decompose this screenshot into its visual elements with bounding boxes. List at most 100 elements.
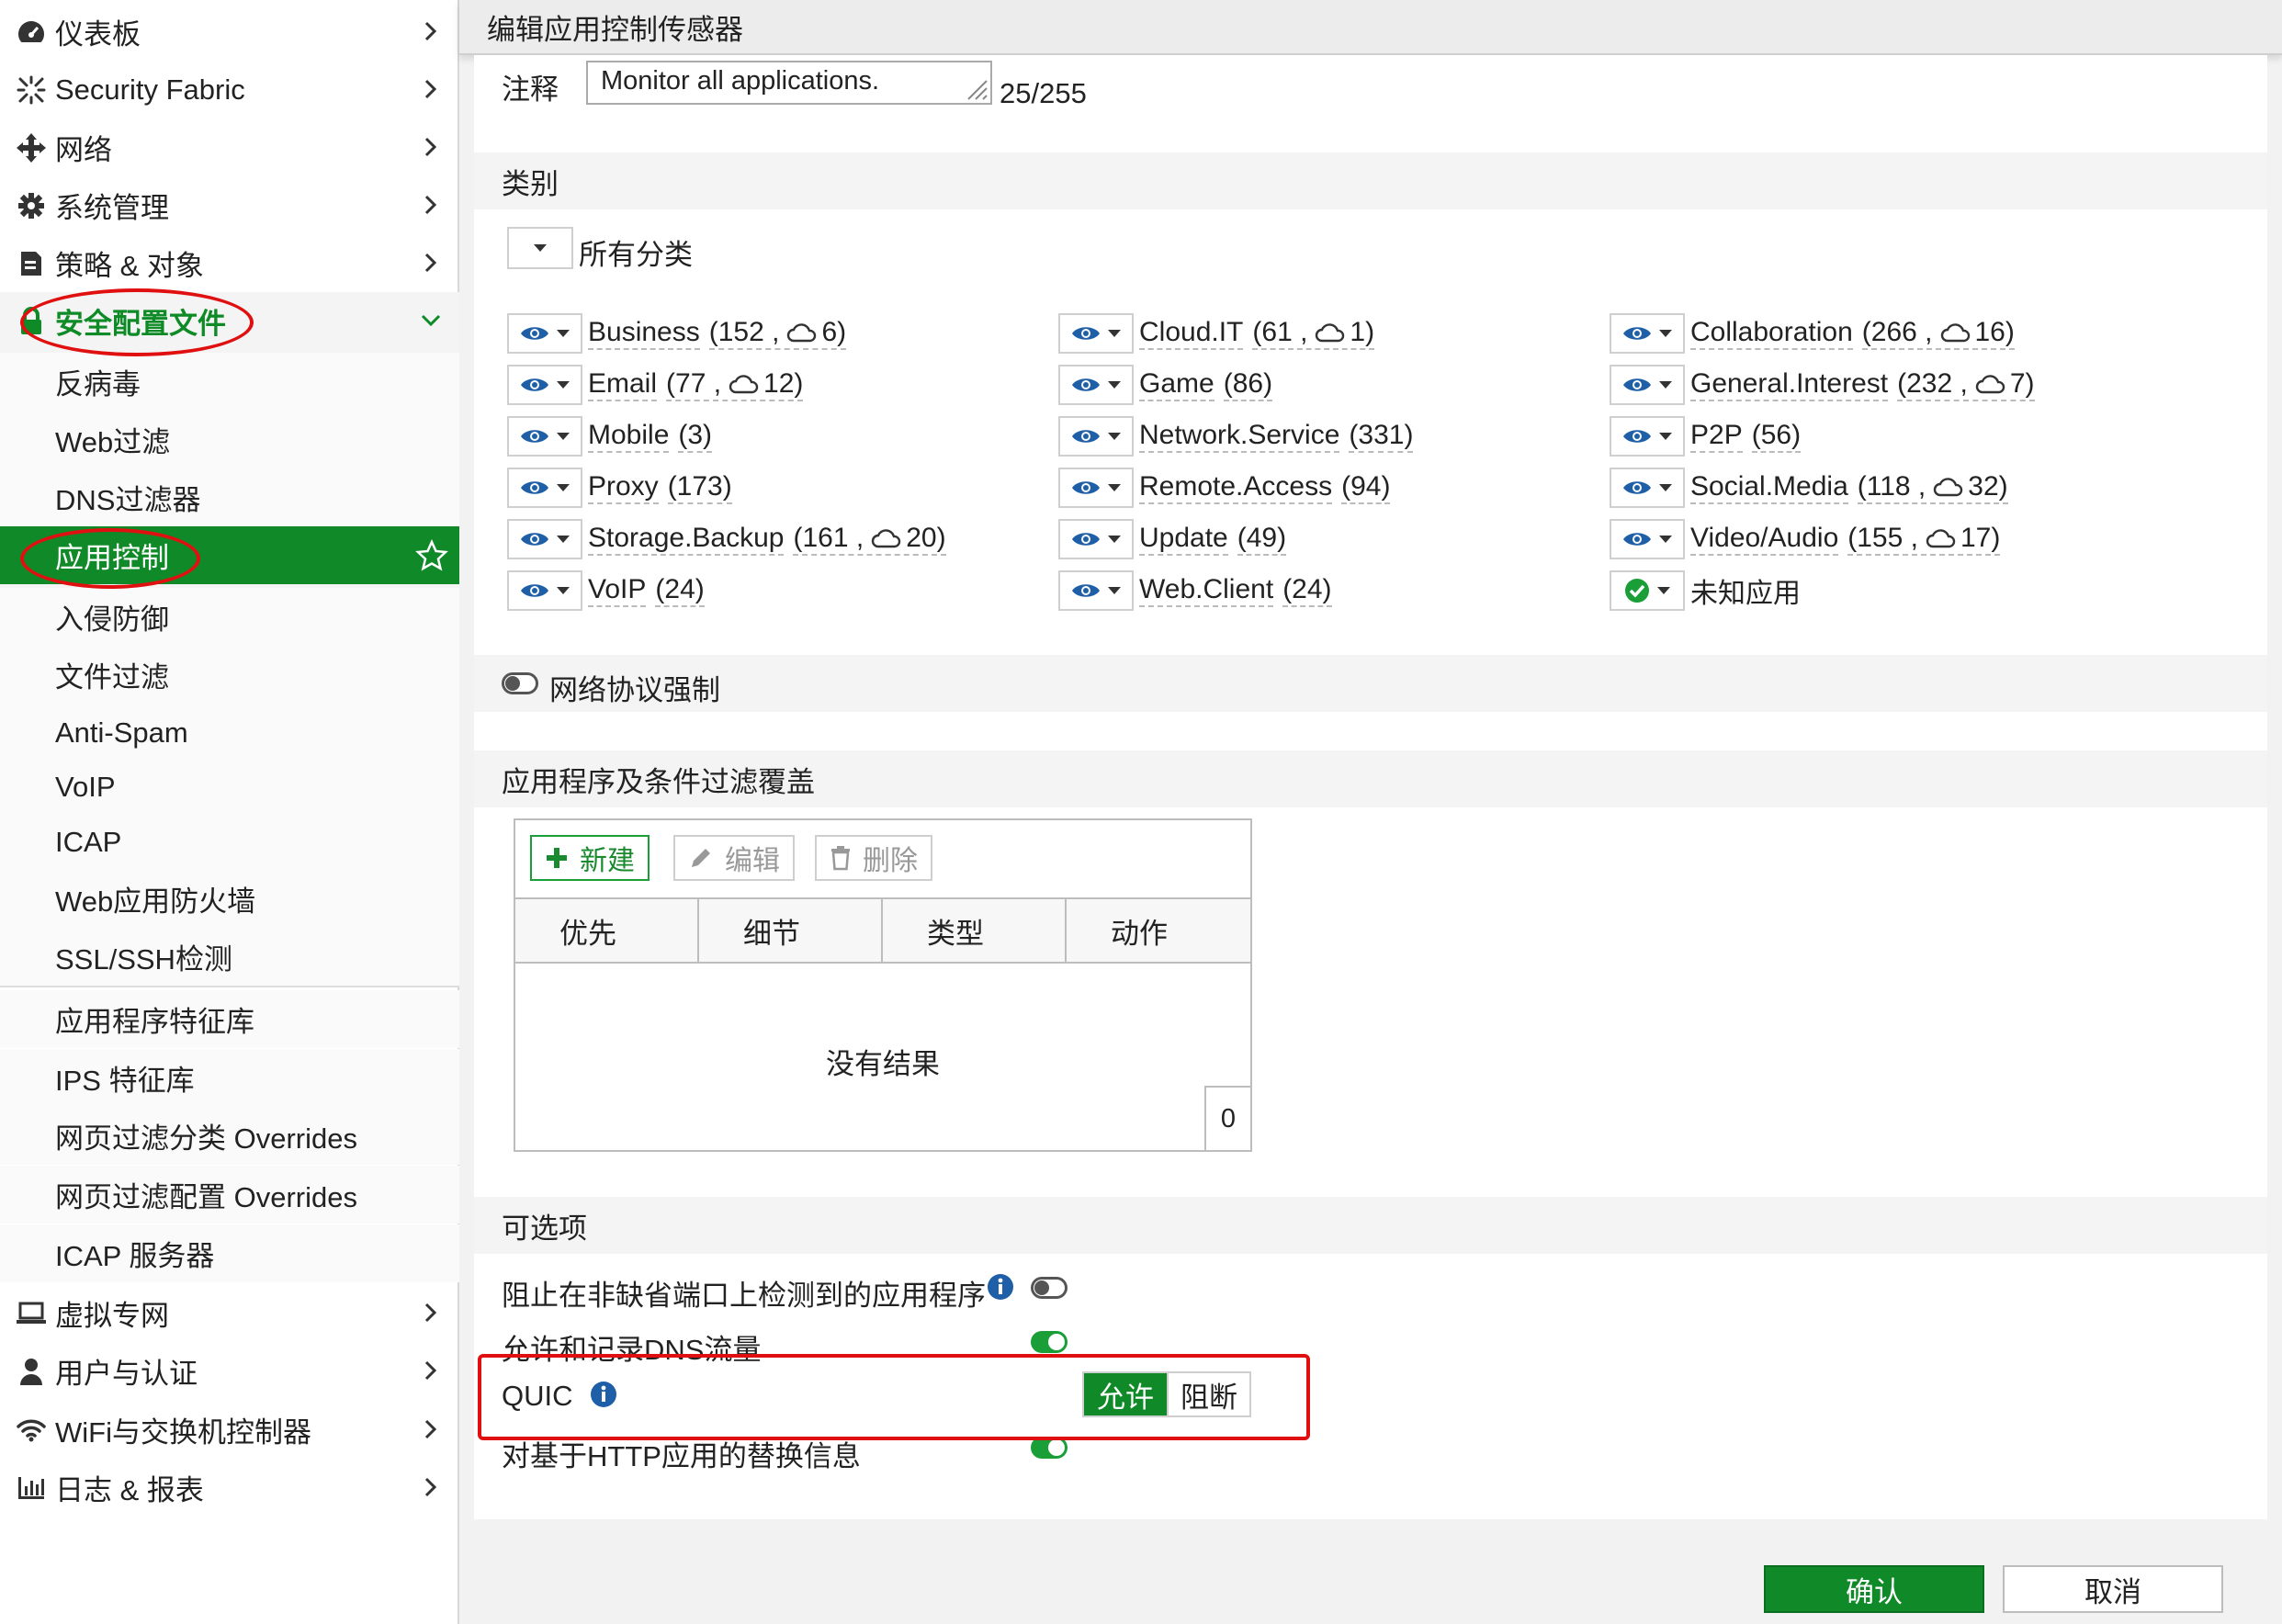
category-action-dropdown[interactable] bbox=[1058, 570, 1134, 611]
nav-user-auth[interactable]: 用户与认证 bbox=[0, 1342, 459, 1400]
sub-dns-filter[interactable]: DNS过滤器 bbox=[0, 468, 459, 526]
nav-dashboard[interactable]: 仪表板 bbox=[0, 3, 459, 61]
eye-icon bbox=[1070, 323, 1101, 344]
category-item[interactable]: Cloud.IT (61 , 1) bbox=[1058, 312, 1375, 355]
all-categories-dropdown[interactable] bbox=[507, 227, 573, 269]
sub-ssl-ssh[interactable]: SSL/SSH检测 bbox=[0, 928, 459, 986]
category-action-dropdown[interactable] bbox=[507, 468, 582, 508]
category-item[interactable]: Remote.Access (94) bbox=[1058, 467, 1391, 509]
sub-icap-servers[interactable]: ICAP 服务器 bbox=[0, 1224, 459, 1282]
comment-textarea[interactable]: Monitor all applications. bbox=[586, 61, 992, 105]
category-item[interactable]: Social.Media (118 , 32) bbox=[1610, 467, 2008, 509]
category-action-dropdown[interactable] bbox=[507, 365, 582, 405]
allow-dns-toggle[interactable] bbox=[1031, 1331, 1068, 1353]
category-item[interactable]: Collaboration (266 , 16) bbox=[1610, 312, 2015, 355]
category-action-dropdown[interactable] bbox=[1610, 468, 1685, 508]
sub-ips[interactable]: 入侵防御 bbox=[0, 588, 459, 646]
category-action-dropdown[interactable] bbox=[1058, 313, 1134, 354]
category-item[interactable]: General.Interest (232 , 7) bbox=[1610, 364, 2035, 406]
sub-webfilter-profile-overrides[interactable]: 网页过滤配置 Overrides bbox=[0, 1166, 459, 1224]
nav-network[interactable]: 网络 bbox=[0, 118, 459, 176]
nav-security-fabric[interactable]: Security Fabric bbox=[0, 61, 459, 118]
category-name[interactable]: Proxy bbox=[588, 471, 659, 504]
category-item[interactable]: Game (86) bbox=[1058, 364, 1273, 406]
category-item[interactable]: 未知应用 bbox=[1610, 570, 1801, 612]
category-action-dropdown[interactable] bbox=[1058, 468, 1134, 508]
category-name[interactable]: 未知应用 bbox=[1690, 570, 1801, 611]
pencil-icon bbox=[692, 849, 710, 867]
category-name[interactable]: VoIP bbox=[588, 574, 647, 607]
resize-handle-icon[interactable] bbox=[965, 77, 988, 101]
sub-anti-spam[interactable]: Anti-Spam bbox=[0, 704, 459, 761]
category-name[interactable]: Email bbox=[588, 368, 658, 401]
category-item[interactable]: Video/Audio (155 , 17) bbox=[1610, 518, 2001, 560]
column-details[interactable]: 细节 bbox=[699, 899, 883, 962]
wifi-icon bbox=[13, 1418, 50, 1442]
category-action-dropdown[interactable] bbox=[1610, 416, 1685, 457]
category-name[interactable]: Network.Service bbox=[1139, 420, 1340, 453]
sub-voip[interactable]: VoIP bbox=[0, 758, 459, 816]
category-name[interactable]: Remote.Access bbox=[1139, 471, 1333, 504]
category-name[interactable]: Storage.Backup bbox=[588, 523, 785, 556]
category-item[interactable]: VoIP (24) bbox=[507, 570, 705, 612]
category-name[interactable]: P2P bbox=[1690, 420, 1743, 453]
category-action-dropdown[interactable] bbox=[1610, 365, 1685, 405]
cancel-button[interactable]: 取消 bbox=[2003, 1565, 2223, 1613]
sub-waf[interactable]: Web应用防火墙 bbox=[0, 870, 459, 928]
category-item[interactable]: Mobile (3) bbox=[507, 415, 713, 457]
category-name[interactable]: Web.Client bbox=[1139, 574, 1274, 607]
category-item[interactable]: Update (49) bbox=[1058, 518, 1287, 560]
block-nondefault-toggle[interactable] bbox=[1031, 1277, 1068, 1299]
category-item[interactable]: Network.Service (331) bbox=[1058, 415, 1414, 457]
category-action-dropdown[interactable] bbox=[507, 570, 582, 611]
category-action-dropdown[interactable] bbox=[1058, 416, 1134, 457]
category-action-dropdown[interactable] bbox=[1610, 313, 1685, 354]
category-name[interactable]: Game bbox=[1139, 368, 1214, 401]
category-action-dropdown[interactable] bbox=[507, 416, 582, 457]
delete-button[interactable]: 删除 bbox=[815, 835, 932, 881]
sub-file-filter[interactable]: 文件过滤 bbox=[0, 646, 459, 704]
star-icon[interactable] bbox=[415, 538, 448, 572]
column-action[interactable]: 动作 bbox=[1067, 899, 1250, 962]
sub-app-signatures[interactable]: 应用程序特征库 bbox=[0, 990, 459, 1048]
nav-vpn[interactable]: 虚拟专网 bbox=[0, 1284, 459, 1342]
category-action-dropdown[interactable] bbox=[1058, 519, 1134, 559]
category-item[interactable]: P2P (56) bbox=[1610, 415, 1802, 457]
category-count: (24) bbox=[1282, 574, 1332, 607]
column-type[interactable]: 类型 bbox=[883, 899, 1067, 962]
category-name[interactable]: Mobile bbox=[588, 420, 670, 453]
info-icon[interactable] bbox=[987, 1273, 1014, 1301]
comment-value: Monitor all applications. bbox=[601, 66, 880, 96]
sub-icap[interactable]: ICAP bbox=[0, 813, 459, 871]
category-name[interactable]: Update bbox=[1139, 523, 1228, 556]
category-name[interactable]: Business bbox=[588, 317, 700, 350]
sub-web-filter[interactable]: Web过滤 bbox=[0, 411, 459, 468]
category-name[interactable]: Video/Audio bbox=[1690, 523, 1839, 556]
nav-log-report[interactable]: 日志 & 报表 bbox=[0, 1459, 459, 1517]
sub-webfilter-category-overrides[interactable]: 网页过滤分类 Overrides bbox=[0, 1107, 459, 1165]
category-action-dropdown[interactable] bbox=[1058, 365, 1134, 405]
category-action-dropdown[interactable] bbox=[507, 519, 582, 559]
category-action-dropdown[interactable] bbox=[1610, 570, 1685, 611]
category-item[interactable]: Business (152 , 6) bbox=[507, 312, 847, 355]
category-name[interactable]: Social.Media bbox=[1690, 471, 1848, 504]
category-item[interactable]: Email (77 , 12) bbox=[507, 364, 804, 406]
category-name[interactable]: Cloud.IT bbox=[1139, 317, 1244, 350]
category-name[interactable]: General.Interest bbox=[1690, 368, 1889, 401]
protocol-enforcement-toggle[interactable] bbox=[502, 672, 538, 694]
ok-button[interactable]: 确认 bbox=[1764, 1565, 1984, 1613]
category-item[interactable]: Web.Client (24) bbox=[1058, 570, 1332, 612]
category-name[interactable]: Collaboration bbox=[1690, 317, 1853, 350]
edit-button[interactable]: 编辑 bbox=[673, 835, 795, 881]
category-item[interactable]: Storage.Backup (161 , 20) bbox=[507, 518, 946, 560]
nav-system[interactable]: 系统管理 bbox=[0, 176, 459, 234]
category-item[interactable]: Proxy (173) bbox=[507, 467, 732, 509]
column-priority[interactable]: 优先 bbox=[515, 899, 699, 962]
sub-antivirus[interactable]: 反病毒 bbox=[0, 353, 459, 411]
sub-ips-signatures[interactable]: IPS 特征库 bbox=[0, 1049, 459, 1107]
category-action-dropdown[interactable] bbox=[507, 313, 582, 354]
nav-wifi-switch[interactable]: WiFi与交换机控制器 bbox=[0, 1401, 459, 1459]
nav-policy-objects[interactable]: 策略 & 对象 bbox=[0, 234, 459, 292]
category-action-dropdown[interactable] bbox=[1610, 519, 1685, 559]
new-button[interactable]: 新建 bbox=[530, 835, 650, 881]
